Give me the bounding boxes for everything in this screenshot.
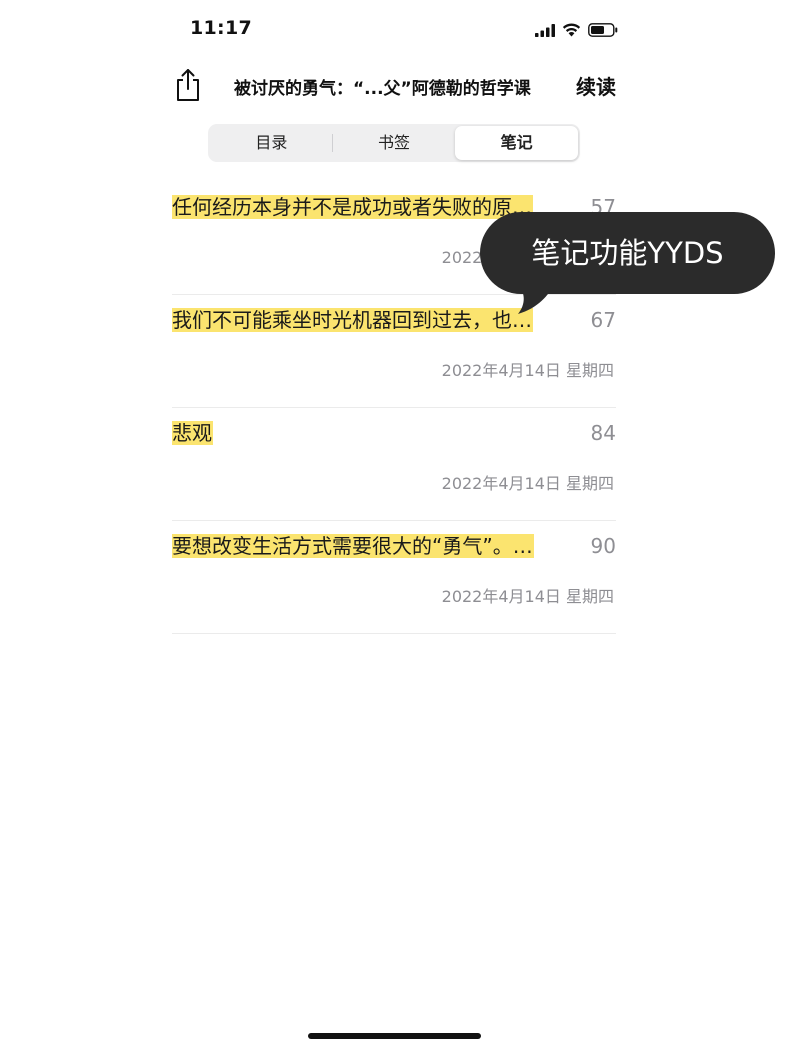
note-page-number: 84 bbox=[590, 421, 616, 445]
status-icons bbox=[535, 20, 618, 40]
note-text-wrap: 要想改变生活方式需要很大的“勇气”。… bbox=[172, 533, 570, 559]
tab-notes[interactable]: 笔记 bbox=[455, 126, 579, 160]
note-page-number: 67 bbox=[590, 308, 616, 332]
note-item[interactable]: 要想改变生活方式需要很大的“勇气”。… 90 2022年4月14日 星期四 bbox=[172, 521, 616, 634]
note-highlight-text: 悲观 bbox=[172, 421, 213, 445]
segmented-tabs: 目录 书签 笔记 bbox=[208, 124, 580, 162]
status-bar: 11:17 bbox=[0, 0, 788, 58]
note-text-wrap: 我们不可能乘坐时光机器回到过去，也… bbox=[172, 307, 570, 333]
reader-header: 被讨厌的勇气：“...父”阿德勒的哲学课 续读 bbox=[172, 64, 616, 108]
battery-icon bbox=[588, 23, 618, 37]
home-indicator[interactable] bbox=[308, 1033, 481, 1039]
cellular-signal-icon bbox=[535, 23, 555, 37]
note-highlight-text: 任何经历本身并不是成功或者失败的原… bbox=[172, 195, 533, 219]
note-date: 2022年4月14日 星期四 bbox=[441, 587, 614, 606]
note-date: 2022年4月14日 星期四 bbox=[441, 474, 614, 493]
note-item[interactable]: 悲观 84 2022年4月14日 星期四 bbox=[172, 408, 616, 521]
callout-bubble: 笔记功能YYDS bbox=[480, 212, 775, 294]
note-highlight-text: 我们不可能乘坐时光机器回到过去，也… bbox=[172, 308, 533, 332]
note-page-number: 90 bbox=[590, 534, 616, 558]
tab-bookmarks[interactable]: 书签 bbox=[333, 126, 456, 160]
wifi-icon bbox=[562, 23, 581, 37]
note-text-wrap: 悲观 bbox=[172, 420, 570, 446]
note-date: 2022年4月14日 星期四 bbox=[441, 361, 614, 380]
share-icon[interactable] bbox=[172, 67, 204, 103]
tab-contents[interactable]: 目录 bbox=[210, 126, 333, 160]
note-highlight-text: 要想改变生活方式需要很大的“勇气”。… bbox=[172, 534, 534, 558]
book-title: 被讨厌的勇气：“...父”阿德勒的哲学课 bbox=[234, 79, 531, 99]
continue-reading-button[interactable]: 续读 bbox=[576, 71, 616, 100]
status-time: 11:17 bbox=[190, 17, 252, 39]
